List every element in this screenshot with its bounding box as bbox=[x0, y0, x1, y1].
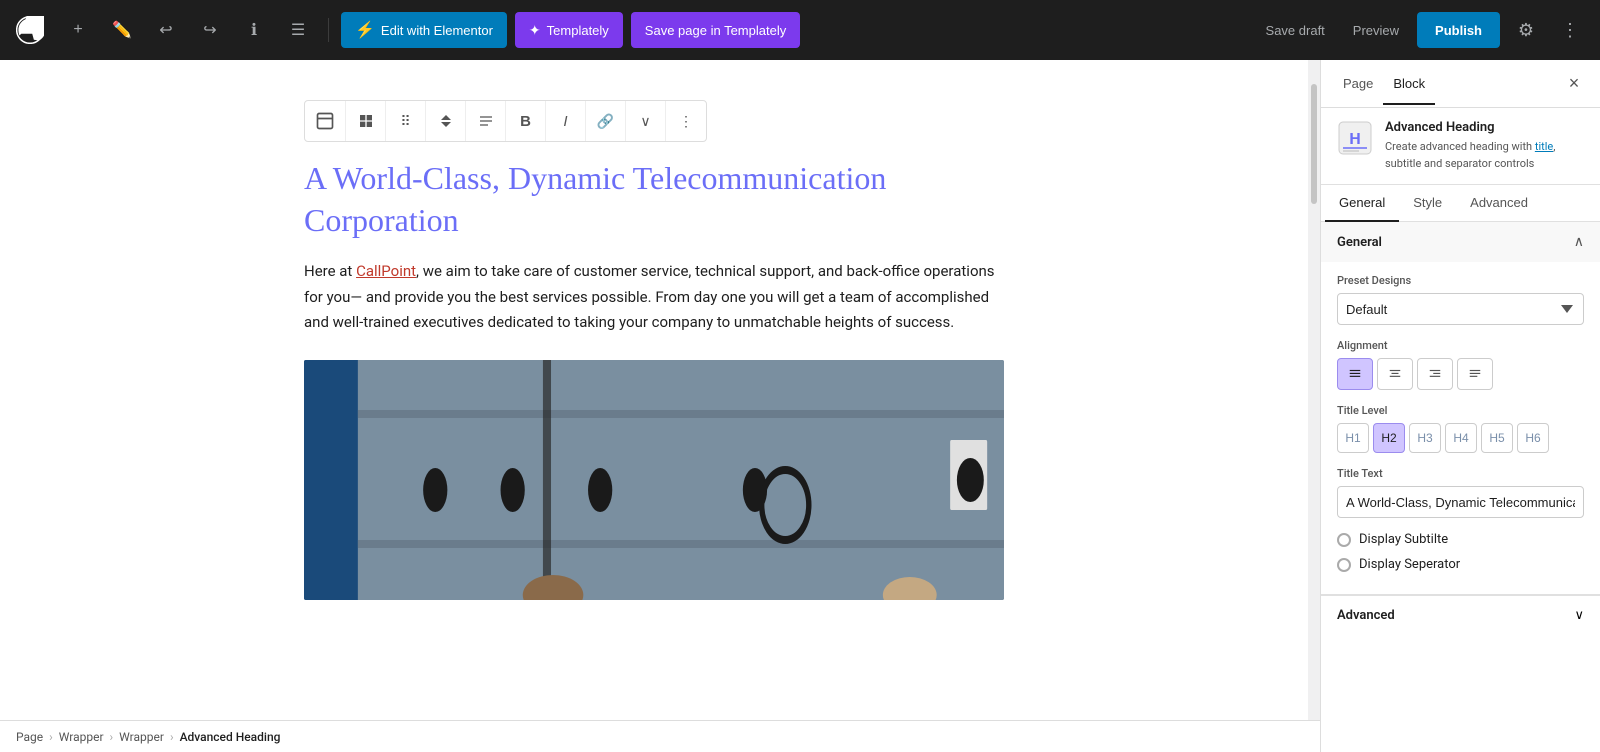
panel-tab-general[interactable]: General bbox=[1325, 185, 1399, 222]
level-h5-button[interactable]: H5 bbox=[1481, 423, 1513, 453]
preset-designs-select[interactable]: Default bbox=[1337, 293, 1584, 325]
title-level-buttons: H1 H2 H3 H4 H5 H6 bbox=[1337, 423, 1584, 453]
panel-tab-advanced[interactable]: Advanced bbox=[1456, 185, 1542, 222]
sidebar: Page Block × H Advanced Heading Create a… bbox=[1320, 60, 1600, 752]
block-desc-link[interactable]: title bbox=[1535, 140, 1553, 153]
display-separator-label: Display Seperator bbox=[1359, 557, 1460, 572]
preview-button[interactable]: Preview bbox=[1343, 17, 1409, 44]
advanced-section-chevron: ∨ bbox=[1574, 608, 1584, 623]
breadcrumb-sep-1: › bbox=[49, 730, 53, 744]
edit-elementor-button[interactable]: ⚡ Edit with Elementor bbox=[341, 12, 507, 48]
undo-button[interactable]: ↩ bbox=[148, 12, 184, 48]
general-section-title: General bbox=[1337, 235, 1382, 250]
breadcrumb-wrapper-1[interactable]: Wrapper bbox=[59, 730, 104, 744]
block-title: Advanced Heading bbox=[1385, 120, 1584, 135]
advanced-section: Advanced ∨ bbox=[1321, 595, 1600, 635]
breadcrumb-wrapper-2[interactable]: Wrapper bbox=[119, 730, 164, 744]
editor-area: ⠿ B I 🔗 ∨ ⋮ bbox=[0, 60, 1308, 752]
alignment-label: Alignment bbox=[1337, 339, 1584, 352]
align-center-button[interactable] bbox=[1377, 358, 1413, 390]
add-button[interactable]: + bbox=[60, 12, 96, 48]
save-templately-button[interactable]: Save page in Templately bbox=[631, 12, 800, 48]
level-h2-button[interactable]: H2 bbox=[1373, 423, 1405, 453]
breadcrumb: Page › Wrapper › Wrapper › Advanced Head… bbox=[0, 720, 1320, 752]
page-image bbox=[304, 360, 1004, 600]
toolbar: + ✏️ ↩ ↪ ℹ ☰ ⚡ Edit with Elementor ✦ Tem… bbox=[0, 0, 1600, 60]
publish-button[interactable]: Publish bbox=[1417, 12, 1500, 48]
level-h6-button[interactable]: H6 bbox=[1517, 423, 1549, 453]
advanced-section-header[interactable]: Advanced ∨ bbox=[1321, 596, 1600, 635]
wp-logo bbox=[12, 12, 48, 48]
breadcrumb-sep-2: › bbox=[110, 730, 114, 744]
redo-button[interactable]: ↪ bbox=[192, 12, 228, 48]
display-subtitle-label: Display Subtilte bbox=[1359, 532, 1448, 547]
level-h4-button[interactable]: H4 bbox=[1445, 423, 1477, 453]
block-type-button[interactable] bbox=[346, 101, 386, 141]
info-button[interactable]: ℹ bbox=[236, 12, 272, 48]
tab-block[interactable]: Block bbox=[1383, 64, 1435, 105]
breadcrumb-sep-3: › bbox=[170, 730, 174, 744]
divider bbox=[328, 18, 329, 42]
panel-content: General ∧ Preset Designs Default Alignme… bbox=[1321, 222, 1600, 752]
list-button[interactable]: ☰ bbox=[280, 12, 316, 48]
drag-handle[interactable]: ⠿ bbox=[386, 101, 426, 141]
settings-button[interactable]: ⚙ bbox=[1508, 12, 1544, 48]
sidebar-tab-bar: Page Block × bbox=[1321, 60, 1600, 108]
templately-button[interactable]: ✦ Templately bbox=[515, 12, 623, 48]
block-options-button[interactable]: ⋮ bbox=[666, 101, 706, 141]
scrollbar-track[interactable] bbox=[1308, 60, 1320, 752]
block-icon-button[interactable] bbox=[305, 101, 346, 141]
title-level-label: Title Level bbox=[1337, 404, 1584, 417]
breadcrumb-page[interactable]: Page bbox=[16, 730, 43, 744]
callpoint-link[interactable]: CallPoint bbox=[356, 262, 416, 280]
align-left-button[interactable] bbox=[1337, 358, 1373, 390]
title-text-label: Title Text bbox=[1337, 467, 1584, 480]
tools-button[interactable]: ✏️ bbox=[104, 12, 140, 48]
page-heading: A World-Class, Dynamic Telecommunication… bbox=[304, 158, 1004, 241]
align-button[interactable] bbox=[466, 101, 506, 141]
svg-text:H: H bbox=[1349, 129, 1360, 148]
advanced-section-title: Advanced bbox=[1337, 608, 1395, 623]
panel-tab-style[interactable]: Style bbox=[1399, 185, 1456, 222]
breadcrumb-advanced-heading: Advanced Heading bbox=[180, 730, 281, 744]
display-subtitle-row: Display Subtilte bbox=[1337, 532, 1584, 547]
block-toolbar: ⠿ B I 🔗 ∨ ⋮ bbox=[304, 100, 707, 142]
page-body: Here at CallPoint, we aim to take care o… bbox=[304, 259, 1004, 336]
more-options-button[interactable]: ⋮ bbox=[1552, 12, 1588, 48]
display-separator-row: Display Seperator bbox=[1337, 557, 1584, 572]
general-section-body: Preset Designs Default Alignment bbox=[1321, 262, 1600, 594]
general-section: General ∧ Preset Designs Default Alignme… bbox=[1321, 222, 1600, 595]
level-h3-button[interactable]: H3 bbox=[1409, 423, 1441, 453]
general-section-header[interactable]: General ∧ bbox=[1321, 222, 1600, 262]
display-separator-toggle[interactable] bbox=[1337, 558, 1351, 572]
bold-button[interactable]: B bbox=[506, 101, 546, 141]
title-text-input[interactable] bbox=[1337, 486, 1584, 518]
title-level-row: Title Level H1 H2 H3 H4 H5 H6 bbox=[1337, 404, 1584, 453]
more-rich-text[interactable]: ∨ bbox=[626, 101, 666, 141]
block-description: Create advanced heading with title, subt… bbox=[1385, 139, 1584, 172]
block-info: H Advanced Heading Create advanced headi… bbox=[1321, 108, 1600, 185]
move-up-down[interactable] bbox=[426, 101, 466, 141]
align-justify-button[interactable] bbox=[1457, 358, 1493, 390]
alignment-row: Alignment bbox=[1337, 339, 1584, 390]
advanced-heading-icon: H bbox=[1337, 120, 1373, 156]
block-info-text: Advanced Heading Create advanced heading… bbox=[1385, 120, 1584, 172]
italic-button[interactable]: I bbox=[546, 101, 586, 141]
main-layout: ⠿ B I 🔗 ∨ ⋮ bbox=[0, 60, 1600, 752]
alignment-buttons bbox=[1337, 358, 1584, 390]
tab-page[interactable]: Page bbox=[1333, 64, 1383, 105]
align-right-button[interactable] bbox=[1417, 358, 1453, 390]
level-h1-button[interactable]: H1 bbox=[1337, 423, 1369, 453]
sidebar-close-button[interactable]: × bbox=[1560, 70, 1588, 98]
preset-designs-label: Preset Designs bbox=[1337, 274, 1584, 287]
toolbar-right: Save draft Preview Publish ⚙ ⋮ bbox=[1256, 12, 1588, 48]
preset-designs-row: Preset Designs Default bbox=[1337, 274, 1584, 325]
scrollbar-thumb[interactable] bbox=[1311, 84, 1317, 204]
save-draft-button[interactable]: Save draft bbox=[1256, 17, 1335, 44]
general-section-chevron: ∧ bbox=[1574, 234, 1584, 250]
link-button[interactable]: 🔗 bbox=[586, 101, 626, 141]
display-subtitle-toggle[interactable] bbox=[1337, 533, 1351, 547]
title-text-row: Title Text bbox=[1337, 467, 1584, 518]
panel-tabs: General Style Advanced bbox=[1321, 185, 1600, 222]
